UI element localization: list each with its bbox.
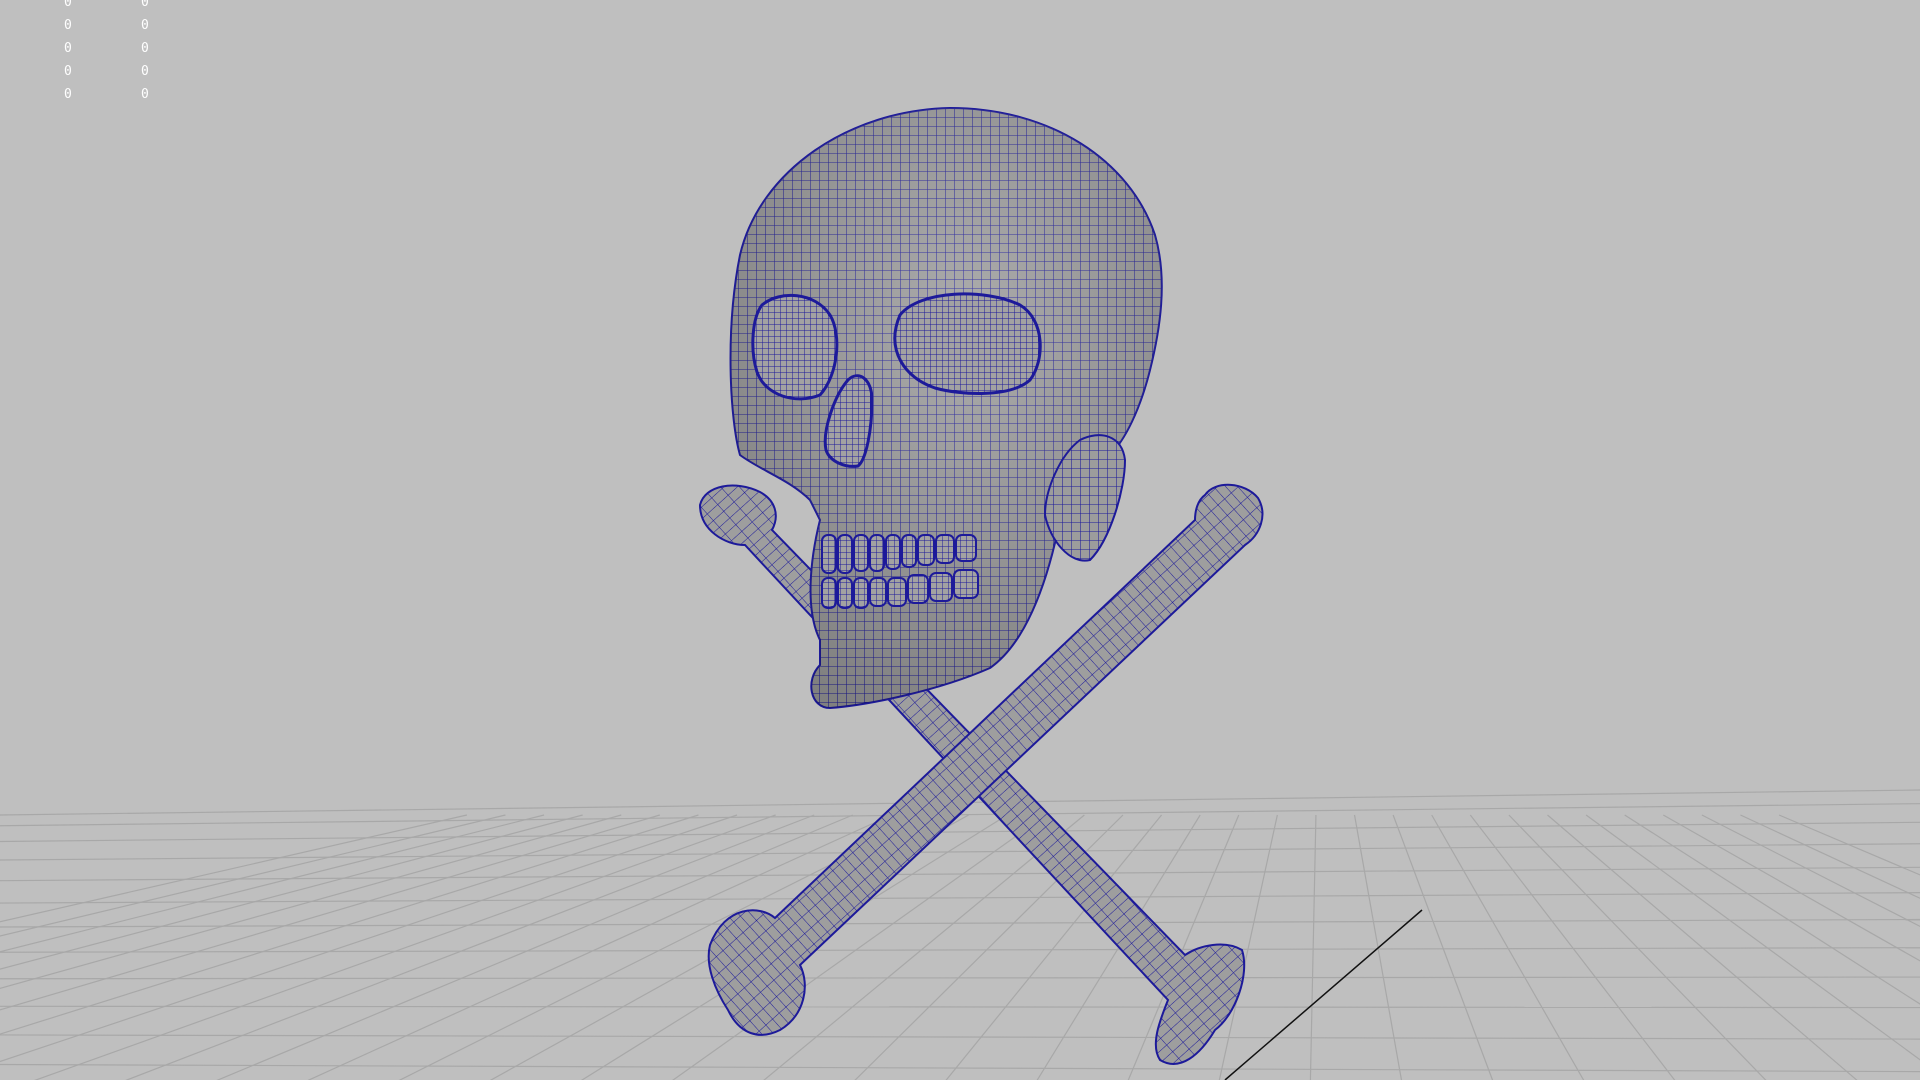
grid-line xyxy=(1353,814,1403,1080)
grid-line xyxy=(0,843,1920,861)
hud-value: 0 xyxy=(141,18,149,33)
grid-line xyxy=(1431,814,1585,1080)
grid-line xyxy=(0,976,1920,980)
grid-line xyxy=(0,1005,1920,1009)
grid-line xyxy=(0,1034,1920,1040)
hud-readout-left: 0 0 0 0 0 xyxy=(64,0,72,103)
hud-value: 0 xyxy=(141,64,149,79)
grid-line xyxy=(0,1063,1920,1073)
hud-value: 0 xyxy=(141,41,149,56)
grid-line xyxy=(0,814,506,937)
grid-line xyxy=(0,866,1920,882)
hud-value: 0 xyxy=(64,41,72,56)
grid-line xyxy=(0,892,1920,904)
hud-value: 0 xyxy=(64,18,72,33)
grid-line xyxy=(0,947,1920,953)
grid-line xyxy=(0,821,1920,843)
grid-line xyxy=(1309,814,1317,1080)
hud-readout-right: 0 0 0 0 0 xyxy=(141,0,149,103)
hud-value: 0 xyxy=(64,0,72,10)
grid-line xyxy=(1392,814,1494,1080)
grid-line xyxy=(0,918,1920,928)
hud-value: 0 xyxy=(64,64,72,79)
grid-line xyxy=(0,814,622,989)
hud-value: 0 xyxy=(64,87,72,102)
grid-axis-line xyxy=(1224,909,1423,1080)
scene-canvas[interactable] xyxy=(0,0,1920,1080)
ground-grid xyxy=(0,789,1920,1080)
3d-viewport[interactable]: 0 0 0 0 0 0 0 0 0 0 xyxy=(0,0,1920,1080)
hud-value: 0 xyxy=(141,87,149,102)
hud-value: 0 xyxy=(141,0,149,10)
grid-line xyxy=(125,814,815,1080)
grid-line xyxy=(1469,814,1676,1080)
